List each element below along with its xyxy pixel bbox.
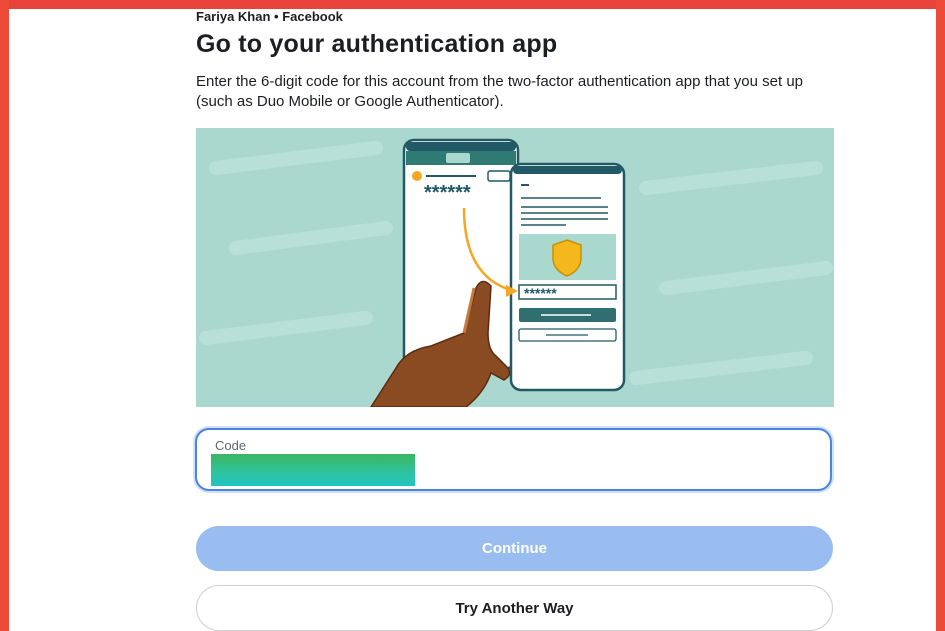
authentication-illustration: ****** ****** bbox=[196, 128, 834, 407]
frame-top bbox=[0, 0, 945, 9]
code-input[interactable] bbox=[211, 454, 415, 486]
page-description: Enter the 6-digit code for this account … bbox=[196, 73, 804, 110]
code-label: Code bbox=[215, 438, 247, 453]
right-phone: ****** bbox=[509, 162, 626, 392]
code-field[interactable]: Code bbox=[195, 428, 832, 491]
left-code-mask: ****** bbox=[424, 182, 471, 204]
account-line: Fariya Khan • Facebook bbox=[196, 9, 343, 24]
continue-button[interactable]: Continue bbox=[196, 526, 833, 571]
try-another-way-button[interactable]: Try Another Way bbox=[196, 585, 833, 631]
frame-right bbox=[936, 0, 945, 631]
right-code-mask: ****** bbox=[524, 285, 557, 301]
page-title: Go to your authentication app bbox=[196, 30, 558, 58]
frame-left bbox=[0, 0, 9, 631]
illustration-svg: ****** ****** bbox=[196, 128, 834, 407]
